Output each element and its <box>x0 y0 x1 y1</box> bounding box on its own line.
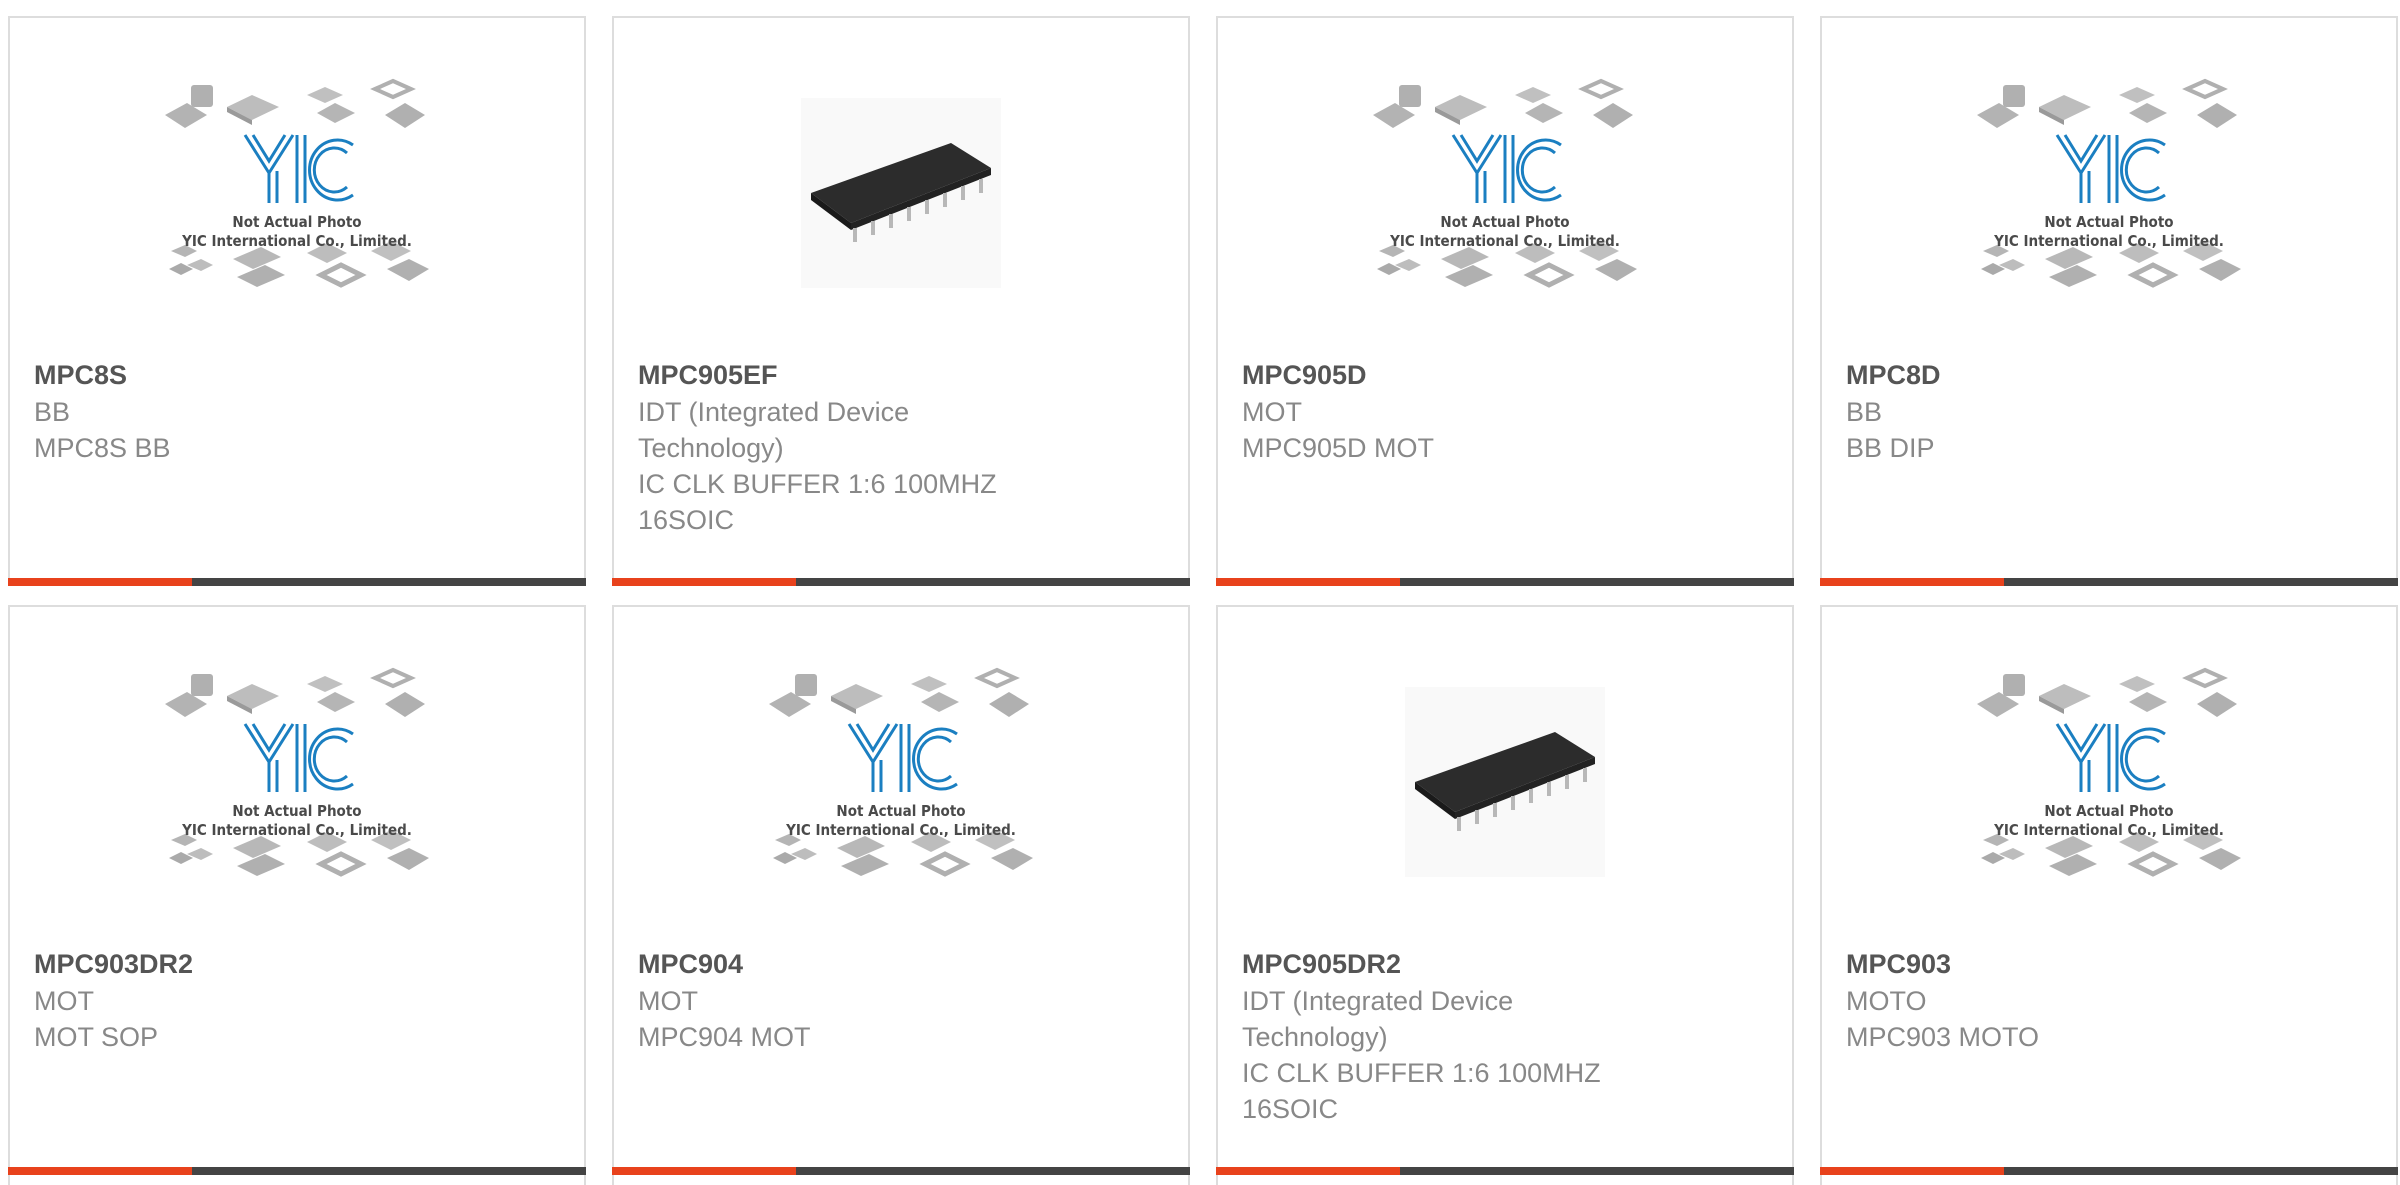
part-number-link[interactable]: MPC903 <box>1846 945 2372 983</box>
part-number-link[interactable]: MPC903DR2 <box>34 945 560 983</box>
product-image[interactable] <box>614 73 1188 313</box>
product-card[interactable]: MPC905EF IDT (Integrated Device Technolog… <box>612 16 1190 586</box>
product-card[interactable]: Not Actual Photo YIC International Co., L… <box>1216 16 1794 586</box>
description: IC CLK BUFFER 1:6 100MHZ 16SOIC <box>1242 1058 1601 1124</box>
placeholder-image: Not Actual Photo YIC International Co., L… <box>1969 73 2249 313</box>
card-accent-bar <box>1820 1167 2004 1175</box>
manufacturer: MOT <box>34 986 94 1016</box>
placeholder-caption-line: YIC International Co., Limited. <box>1994 232 2224 250</box>
placeholder-image: Not Actual Photo YIC International Co., L… <box>761 662 1041 902</box>
product-info: MPC903DR2 MOT MOT SOP <box>34 945 560 1055</box>
placeholder-image: Not Actual Photo YIC International Co., L… <box>1365 73 1645 313</box>
product-image[interactable] <box>1218 662 1792 902</box>
card-bottom-bar <box>1820 1167 2398 1175</box>
card-accent-bar <box>8 578 192 586</box>
description: MPC8S BB <box>34 433 171 463</box>
placeholder-caption-line: Not Actual Photo <box>232 802 362 820</box>
card-accent-bar <box>1216 578 1400 586</box>
product-card[interactable]: Not Actual Photo YIC International Co., L… <box>8 605 586 1185</box>
soic-chip-image <box>801 98 1001 288</box>
product-image[interactable]: Not Actual Photo YIC International Co., L… <box>1218 73 1792 313</box>
part-number-link[interactable]: MPC904 <box>638 945 1164 983</box>
product-image[interactable]: Not Actual Photo YIC International Co., L… <box>614 662 1188 902</box>
placeholder-caption-line: Not Actual Photo <box>2044 802 2174 820</box>
product-info: MPC904 MOT MPC904 MOT <box>638 945 1164 1055</box>
placeholder-caption-line: YIC International Co., Limited. <box>1390 232 1620 250</box>
placeholder-image: Not Actual Photo YIC International Co., L… <box>157 73 437 313</box>
part-number-link[interactable]: MPC8S <box>34 356 560 394</box>
card-bottom-bar <box>612 1167 1190 1175</box>
product-info: MPC8D BB BB DIP <box>1846 356 2372 466</box>
part-number-link[interactable]: MPC905D <box>1242 356 1768 394</box>
product-grid: Not Actual Photo YIC International Co., L… <box>0 0 2400 1185</box>
part-number-link[interactable]: MPC8D <box>1846 356 2372 394</box>
product-card[interactable]: Not Actual Photo YIC International Co., L… <box>1820 605 2398 1185</box>
manufacturer: MOT <box>638 986 698 1016</box>
product-image[interactable]: Not Actual Photo YIC International Co., L… <box>1822 662 2396 902</box>
card-bottom-bar <box>1216 1167 1794 1175</box>
product-info: MPC905EF IDT (Integrated Device Technolog… <box>638 356 1164 538</box>
card-bottom-bar <box>612 578 1190 586</box>
product-card[interactable]: Not Actual Photo YIC International Co., L… <box>8 16 586 586</box>
placeholder-caption-line: YIC International Co., Limited. <box>182 232 412 250</box>
product-card[interactable]: Not Actual Photo YIC International Co., L… <box>612 605 1190 1185</box>
manufacturer: BB <box>1846 397 1883 427</box>
manufacturer: MOT <box>1242 397 1302 427</box>
description: MOT SOP <box>34 1022 159 1052</box>
manufacturer: BB <box>34 397 71 427</box>
description: BB DIP <box>1846 433 1935 463</box>
product-card[interactable]: MPC905DR2 IDT (Integrated Device Technolo… <box>1216 605 1794 1185</box>
manufacturer: IDT (Integrated Device Technology) <box>1242 986 1514 1052</box>
card-accent-bar <box>8 1167 192 1175</box>
soic-chip-image <box>1405 687 1605 877</box>
product-info: MPC903 MOTO MPC903 MOTO <box>1846 945 2372 1055</box>
product-info: MPC905D MOT MPC905D MOT <box>1242 356 1768 466</box>
card-bottom-bar <box>8 1167 586 1175</box>
card-accent-bar <box>1820 578 2004 586</box>
manufacturer: MOTO <box>1846 986 1927 1016</box>
product-image[interactable]: Not Actual Photo YIC International Co., L… <box>10 662 584 902</box>
card-bottom-bar <box>1820 578 2398 586</box>
placeholder-caption-line: YIC International Co., Limited. <box>1994 821 2224 839</box>
description: IC CLK BUFFER 1:6 100MHZ 16SOIC <box>638 469 997 535</box>
placeholder-image: Not Actual Photo YIC International Co., L… <box>1969 662 2249 902</box>
description: MPC905D MOT <box>1242 433 1435 463</box>
card-accent-bar <box>1216 1167 1400 1175</box>
placeholder-caption-line: Not Actual Photo <box>2044 213 2174 231</box>
product-image[interactable]: Not Actual Photo YIC International Co., L… <box>1822 73 2396 313</box>
placeholder-caption-line: YIC International Co., Limited. <box>182 821 412 839</box>
placeholder-caption-line: Not Actual Photo <box>1440 213 1570 231</box>
description: MPC903 MOTO <box>1846 1022 2040 1052</box>
product-card[interactable]: Not Actual Photo YIC International Co., L… <box>1820 16 2398 586</box>
manufacturer: IDT (Integrated Device Technology) <box>638 397 910 463</box>
card-accent-bar <box>612 1167 796 1175</box>
product-image[interactable]: Not Actual Photo YIC International Co., L… <box>10 73 584 313</box>
placeholder-caption-line: YIC International Co., Limited. <box>786 821 1016 839</box>
card-bottom-bar <box>1216 578 1794 586</box>
description: MPC904 MOT <box>638 1022 811 1052</box>
placeholder-caption-line: Not Actual Photo <box>836 802 966 820</box>
product-info: MPC905DR2 IDT (Integrated Device Technolo… <box>1242 945 1768 1127</box>
placeholder-image: Not Actual Photo YIC International Co., L… <box>157 662 437 902</box>
card-accent-bar <box>612 578 796 586</box>
product-info: MPC8S BB MPC8S BB <box>34 356 560 466</box>
placeholder-caption-line: Not Actual Photo <box>232 213 362 231</box>
part-number-link[interactable]: MPC905EF <box>638 356 1164 394</box>
part-number-link[interactable]: MPC905DR2 <box>1242 945 1768 983</box>
card-bottom-bar <box>8 578 586 586</box>
